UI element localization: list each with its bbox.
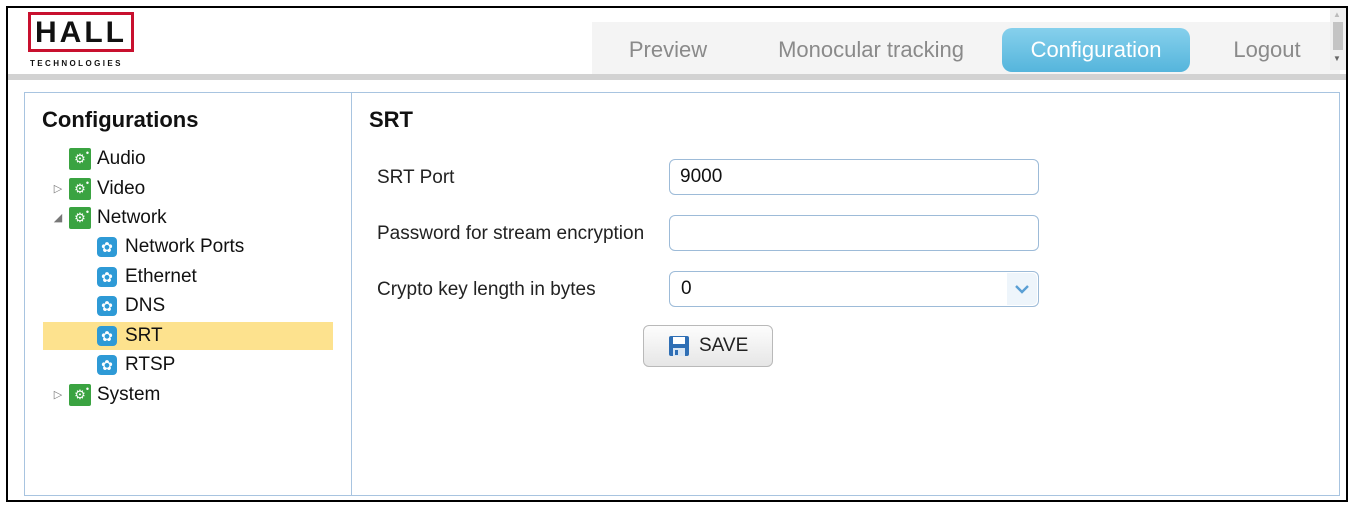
header-divider (8, 74, 1346, 80)
crypto-key-label: Crypto key length in bytes (377, 279, 596, 300)
gear-icon: ⚙ • (69, 178, 91, 200)
top-nav: Preview Monocular tracking Configuration… (592, 22, 1340, 74)
gear-icon: ⚙ • (69, 148, 91, 170)
tree-item-label: DNS (125, 295, 166, 316)
srt-port-input[interactable] (669, 159, 1039, 195)
nav-preview[interactable]: Preview (612, 28, 724, 72)
cog-icon: ✿ (97, 326, 117, 346)
scrollbar-thumb[interactable] (1333, 22, 1343, 50)
expand-arrow-icon[interactable]: ▷ (53, 381, 63, 409)
logo-wordmark: HALL (28, 12, 134, 52)
tree-item-dns[interactable]: ✿ DNS (97, 292, 297, 320)
tree-item-rtsp[interactable]: ✿ RTSP (97, 351, 297, 379)
gear-icon: ⚙ • (69, 207, 91, 229)
tree-item-network-ports[interactable]: ✿ Network Ports (97, 233, 297, 261)
crypto-key-value: 0 (681, 278, 692, 299)
tree-item-label: Network Ports (125, 236, 245, 257)
cog-icon: ✿ (97, 267, 117, 287)
scroll-down-icon[interactable]: ▼ (1333, 54, 1341, 63)
nav-configuration[interactable]: Configuration (1002, 28, 1190, 72)
nav-logout[interactable]: Logout (1212, 28, 1322, 72)
panel-title: SRT (369, 107, 413, 132)
tree-item-ethernet[interactable]: ✿ Ethernet (97, 263, 297, 291)
cog-icon: ✿ (97, 237, 117, 257)
gear-icon: ⚙ • (69, 384, 91, 406)
content-area: Configurations ⚙ • Audio ▷ ⚙ • Video ◢ ⚙ • … (24, 92, 1340, 496)
hall-technologies-logo: HALL TECHNOLOGIES (28, 12, 138, 68)
crypto-key-select[interactable]: 0 (669, 271, 1039, 307)
password-input[interactable] (669, 215, 1039, 251)
tree-item-video[interactable]: ⚙ • Video (69, 175, 269, 203)
tree-item-label: RTSP (125, 354, 176, 375)
config-sidebar: Configurations ⚙ • Audio ▷ ⚙ • Video ◢ ⚙ • … (25, 93, 352, 495)
expand-arrow-icon[interactable]: ▷ (53, 175, 63, 203)
cog-icon: ✿ (97, 355, 117, 375)
header: HALL TECHNOLOGIES Preview Monocular trac… (8, 8, 1346, 74)
floppy-disk-icon (668, 335, 690, 357)
tree-item-srt[interactable]: ✿ SRT (43, 322, 333, 350)
tree-item-label: Network (97, 207, 167, 228)
sidebar-title: Configurations (42, 107, 199, 132)
tree-item-audio[interactable]: ⚙ • Audio (69, 145, 269, 173)
tree-item-label: Video (97, 178, 146, 199)
save-label: SAVE (699, 335, 749, 356)
tree-item-network[interactable]: ⚙ • Network (69, 204, 269, 232)
password-label: Password for stream encryption (377, 223, 645, 244)
scroll-up-icon[interactable]: ▲ (1333, 10, 1341, 19)
chevron-down-icon[interactable] (1007, 273, 1037, 305)
tree-item-label: Ethernet (125, 266, 197, 287)
tree-item-system[interactable]: ⚙ • System (69, 381, 269, 409)
save-button[interactable]: SAVE (643, 325, 773, 367)
nav-monocular-tracking[interactable]: Monocular tracking (760, 28, 982, 72)
app-window: HALL TECHNOLOGIES Preview Monocular trac… (6, 6, 1348, 502)
tree-item-label: SRT (125, 325, 163, 346)
logo-subtext: TECHNOLOGIES (30, 59, 123, 68)
cog-icon: ✿ (97, 296, 117, 316)
tree-item-label: System (97, 384, 161, 405)
collapse-arrow-icon[interactable]: ◢ (53, 204, 63, 232)
tree-item-label: Audio (97, 148, 146, 169)
srt-port-label: SRT Port (377, 167, 455, 188)
scrollbar[interactable]: ▲ ▼ (1330, 8, 1346, 70)
